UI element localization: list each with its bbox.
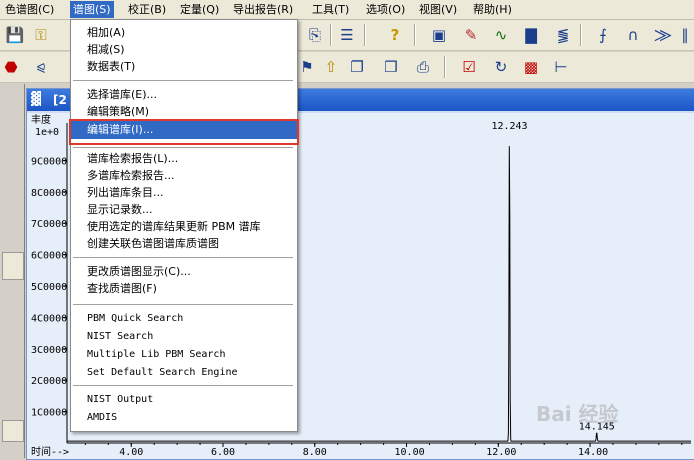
x-tick-label: 4.00: [119, 447, 143, 458]
menu-item-multi-library-report[interactable]: 多谱库检索报告...: [87, 167, 175, 184]
refresh-icon[interactable]: ↻: [490, 56, 512, 78]
menu-tools[interactable]: 工具(T): [309, 1, 352, 18]
menu-item-show-record-count[interactable]: 显示记录数...: [87, 201, 153, 218]
menu-item-pbm-quick-search[interactable]: PBM Quick Search: [87, 310, 183, 327]
overlay-icon[interactable]: ❒: [380, 56, 402, 78]
menu-item-multiple-lib-search[interactable]: Multiple Lib PBM Search: [87, 346, 225, 363]
menu-spectrum[interactable]: 谱图(S): [70, 1, 114, 18]
peak-label-icon[interactable]: ⨠: [652, 24, 674, 46]
spectrum-dropdown-menu: 相加(A) 相减(S) 数据表(T) 选择谱库(E)... 编辑策略(M) 编辑…: [69, 19, 299, 432]
x-tick-label: 8.00: [303, 447, 327, 458]
menu-view[interactable]: 视图(V): [416, 1, 460, 18]
help-icon[interactable]: ?: [384, 24, 406, 46]
left-panel-strip[interactable]: [2, 252, 24, 280]
x-tick-label: 6.00: [211, 447, 235, 458]
y-axis-top-label: 1e+0: [35, 127, 59, 138]
menu-item-edit-strategy[interactable]: 编辑策略(M): [87, 103, 149, 120]
menubar: 色谱图(C) 谱图(S) 校正(B) 定量(Q) 导出报告(R) 工具(T) 选…: [0, 0, 694, 20]
menu-export-report[interactable]: 导出报告(R): [230, 1, 296, 18]
stop-icon[interactable]: ⬣: [0, 56, 22, 78]
left-panel-scroll[interactable]: [2, 420, 24, 442]
menu-item-nist-output[interactable]: NIST Output: [87, 391, 153, 408]
menu-item-change-display[interactable]: 更改质谱图显示(C)...: [87, 263, 191, 280]
stack-icon[interactable]: ⇧: [320, 56, 342, 78]
menu-item-library-search-report[interactable]: 谱库检索报告(L)...: [87, 150, 178, 167]
y-tick-label: 1C0000: [31, 408, 67, 419]
chromatogram-icon[interactable]: ∿: [490, 24, 512, 46]
menu-quantitate[interactable]: 定量(Q): [177, 1, 222, 18]
menu-item-create-associated[interactable]: 创建关联色谱图谱库质谱图: [87, 235, 219, 252]
ab-icon[interactable]: ☑: [458, 56, 480, 78]
watermark: Bai 经验: [536, 402, 619, 426]
left-panel: [0, 84, 25, 458]
y-tick-label: 9C0000: [31, 156, 67, 167]
range-icon[interactable]: ⊢: [550, 56, 572, 78]
copy-icon[interactable]: ❐: [346, 56, 368, 78]
insert-icon[interactable]: ⎘: [304, 24, 326, 46]
save-icon[interactable]: 💾: [4, 24, 26, 46]
bar-chart-icon[interactable]: ▇: [520, 24, 542, 46]
window-icon: ▓: [31, 92, 41, 107]
peak-icon[interactable]: ⪓: [552, 24, 574, 46]
menu-calibrate[interactable]: 校正(B): [125, 1, 169, 18]
y-tick-label: 4C0000: [31, 313, 67, 324]
y-tick-label: 5C0000: [31, 282, 67, 293]
menu-chromatogram[interactable]: 色谱图(C): [2, 1, 57, 18]
menu-help[interactable]: 帮助(H): [470, 1, 515, 18]
manual-integrate-icon[interactable]: ∥: [674, 24, 694, 46]
integration-icon[interactable]: ⨍: [592, 24, 614, 46]
menu-item-amdis[interactable]: AMDIS: [87, 409, 117, 426]
x-tick-label: 12.00: [486, 447, 516, 458]
highlight-frame: [69, 119, 299, 145]
print-icon[interactable]: ⎙: [412, 56, 434, 78]
y-axis-label: 丰度: [31, 113, 51, 126]
menu-item-nist-search[interactable]: NIST Search: [87, 328, 153, 345]
menu-item-select-library[interactable]: 选择谱库(E)...: [87, 86, 157, 103]
document-icon[interactable]: ☰: [336, 24, 358, 46]
y-tick-label: 2C0000: [31, 376, 67, 387]
spectrum-icon[interactable]: ✎: [460, 24, 482, 46]
menu-options[interactable]: 选项(O): [363, 1, 408, 18]
menu-item-data-table[interactable]: 数据表(T): [87, 58, 135, 75]
menu-item-subtract[interactable]: 相减(S): [87, 41, 125, 58]
key-icon[interactable]: ⚿: [30, 24, 52, 46]
menu-item-find-spectrum[interactable]: 查找质谱图(F): [87, 280, 157, 297]
y-tick-label: 6C0000: [31, 251, 67, 262]
x-axis-label: 时间-->: [31, 445, 69, 458]
flag-icon[interactable]: ⚑: [296, 56, 318, 78]
window-title: [2: [53, 93, 67, 107]
picture-icon[interactable]: ▣: [428, 24, 450, 46]
y-tick-label: 7C0000: [31, 219, 67, 230]
y-tick-label: 3C0000: [31, 345, 67, 356]
peak-label: 12.243: [491, 121, 527, 132]
marker-icon[interactable]: ▩: [520, 56, 542, 78]
menu-item-update-pbm[interactable]: 使用选定的谱库结果更新 PBM 谱库: [87, 218, 261, 235]
menu-item-default-engine[interactable]: Set Default Search Engine: [87, 364, 238, 381]
y-tick-label: 8C0000: [31, 188, 67, 199]
menu-item-list-library-entries[interactable]: 列出谱库条目...: [87, 184, 164, 201]
baseline-icon[interactable]: ∩: [622, 24, 644, 46]
axis-icon[interactable]: ⪨: [30, 56, 52, 78]
x-tick-label: 14.00: [578, 447, 608, 458]
menu-item-add[interactable]: 相加(A): [87, 24, 125, 41]
x-tick-label: 10.00: [395, 447, 425, 458]
